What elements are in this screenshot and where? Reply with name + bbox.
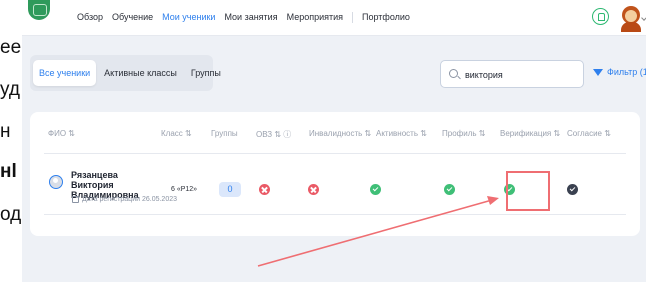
doc-fragment-line: уд — [0, 79, 20, 100]
arrow-head — [487, 196, 499, 205]
doc-fragment-line: н — [0, 121, 11, 142]
doc-fragment-line: ее — [0, 37, 22, 58]
screenshot: Обзор Обучение Мои ученики Мои занятия М… — [22, 0, 646, 282]
doc-fragment-line: нl — [0, 161, 17, 182]
doc-fragment-line: од — [0, 204, 22, 225]
arrow-shaft — [257, 199, 493, 267]
annotation-arrow — [257, 196, 499, 267]
document-fragment: ее уд н нl од — [0, 0, 22, 282]
